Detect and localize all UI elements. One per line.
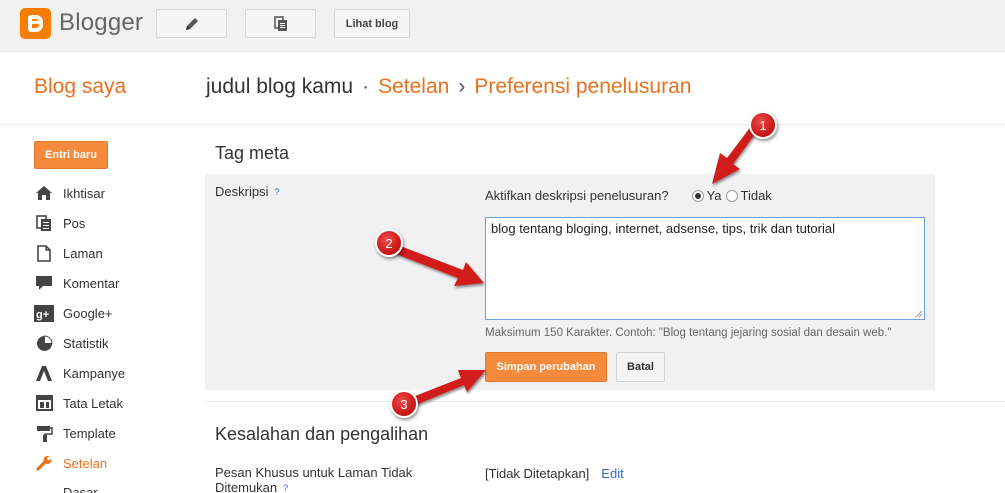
breadcrumb-arrow: ›: [458, 75, 466, 98]
not-found-message-label-text: Pesan Khusus untuk Laman Tidak Ditemukan: [215, 465, 413, 493]
breadcrumb-settings[interactable]: Setelan: [378, 75, 449, 98]
breadcrumb: judul blog kamu · Setelan › Preferensi penel…: [206, 75, 691, 99]
header-divider: [0, 124, 1005, 125]
resize-grip-icon[interactable]: [913, 308, 923, 318]
section-divider: [205, 401, 1005, 402]
radio-yes-option[interactable]: Ya: [691, 188, 722, 203]
sidebar-item-label: Ikhtisar: [63, 185, 105, 201]
new-post-toolbar-button[interactable]: [156, 9, 227, 38]
save-button[interactable]: Simpan perubahan: [485, 352, 607, 382]
section-title-meta: Tag meta: [215, 143, 290, 163]
enable-description-question: Aktifkan deskripsi penelusuran?: [485, 188, 669, 203]
annotation-marker-3: 3: [390, 390, 418, 418]
sidebar-item-overview[interactable]: Ikhtisar: [34, 182, 105, 204]
app-name[interactable]: Blogger: [59, 9, 143, 37]
sidebar-item-label: Tata Letak: [63, 395, 123, 411]
sidebar-item-layout[interactable]: Tata Letak: [34, 392, 123, 414]
sidebar-item-stats[interactable]: Statistik: [34, 332, 109, 354]
not-found-message-label: Pesan Khusus untuk Laman Tidak Ditemukan…: [215, 465, 455, 493]
annotation-marker-1: 1: [749, 111, 777, 139]
radio-no-label[interactable]: Tidak: [741, 188, 772, 203]
sidebar-item-campaigns[interactable]: Kampanye: [34, 362, 125, 384]
description-label: Deskripsi?: [215, 184, 279, 199]
sidebar-item-label: Setelan: [63, 455, 108, 471]
posts-icon: [34, 214, 54, 232]
not-found-value-text: [Tidak Ditetapkan]: [485, 466, 590, 481]
pie-chart-icon: [34, 334, 54, 352]
sidebar-item-google-plus[interactable]: g+ Google+: [34, 302, 113, 324]
cancel-button[interactable]: Batal: [616, 352, 665, 382]
top-bar: Blogger Lihat blog: [0, 0, 1005, 52]
radio-yes[interactable]: [691, 189, 704, 202]
sidebar-item-label: Laman: [63, 245, 103, 261]
svg-text:g+: g+: [36, 309, 49, 321]
sidebar-subitem-basic[interactable]: Dasar: [63, 481, 98, 493]
breadcrumb-blog-name[interactable]: judul blog kamu: [206, 75, 353, 98]
sidebar-item-label: Google+: [63, 305, 113, 321]
campaign-icon: [34, 364, 54, 382]
google-plus-icon: g+: [34, 304, 54, 322]
sidebar-item-pages[interactable]: Laman: [34, 242, 103, 264]
sidebar-item-template[interactable]: Template: [34, 422, 116, 444]
help-icon[interactable]: ?: [283, 483, 288, 493]
sidebar-item-comments[interactable]: Komentar: [34, 272, 119, 294]
radio-no-option[interactable]: Tidak: [725, 188, 772, 203]
edit-link[interactable]: Edit: [601, 466, 623, 481]
description-textarea[interactable]: [485, 217, 925, 320]
comment-icon: [34, 274, 54, 292]
my-blogs-link[interactable]: Blog saya: [34, 75, 126, 99]
new-post-button[interactable]: Entri baru: [34, 141, 108, 169]
description-hint: Maksimum 150 Karakter. Contoh: "Blog ten…: [485, 327, 892, 339]
sidebar-item-label: Template: [63, 425, 116, 441]
sidebar-item-settings[interactable]: Setelan: [34, 452, 107, 474]
description-label-text: Deskripsi: [215, 184, 269, 199]
page-icon: [34, 244, 54, 262]
wrench-icon: [34, 454, 54, 472]
enable-description-row: Aktifkan deskripsi penelusuran? Ya Tidak: [485, 188, 772, 203]
view-blog-button[interactable]: Lihat blog: [334, 9, 410, 38]
breadcrumb-separator: ·: [362, 75, 370, 98]
sidebar-item-posts[interactable]: Pos: [34, 212, 85, 234]
not-found-message-value: [Tidak Ditetapkan] Edit: [485, 466, 624, 481]
pencil-icon: [185, 17, 198, 30]
paint-roller-icon: [34, 424, 54, 442]
sidebar-item-label: Kampanye: [63, 365, 126, 381]
radio-yes-label[interactable]: Ya: [707, 188, 722, 203]
pages-icon: [273, 15, 287, 31]
blogger-logo-icon[interactable]: [20, 8, 51, 39]
posts-toolbar-button[interactable]: [245, 9, 316, 38]
section-title-errors: Kesalahan dan pengalihan: [215, 424, 429, 444]
breadcrumb-current: Preferensi penelusuran: [474, 75, 692, 98]
annotation-marker-2: 2: [375, 229, 403, 257]
sidebar-item-label: Statistik: [63, 335, 109, 351]
help-icon[interactable]: ?: [274, 187, 279, 197]
home-icon: [34, 184, 54, 202]
sidebar-item-label: Dasar: [63, 484, 98, 493]
layout-icon: [34, 394, 54, 412]
sidebar-item-label: Pos: [63, 215, 86, 231]
radio-no[interactable]: [725, 189, 738, 202]
sidebar-item-label: Komentar: [63, 275, 120, 291]
